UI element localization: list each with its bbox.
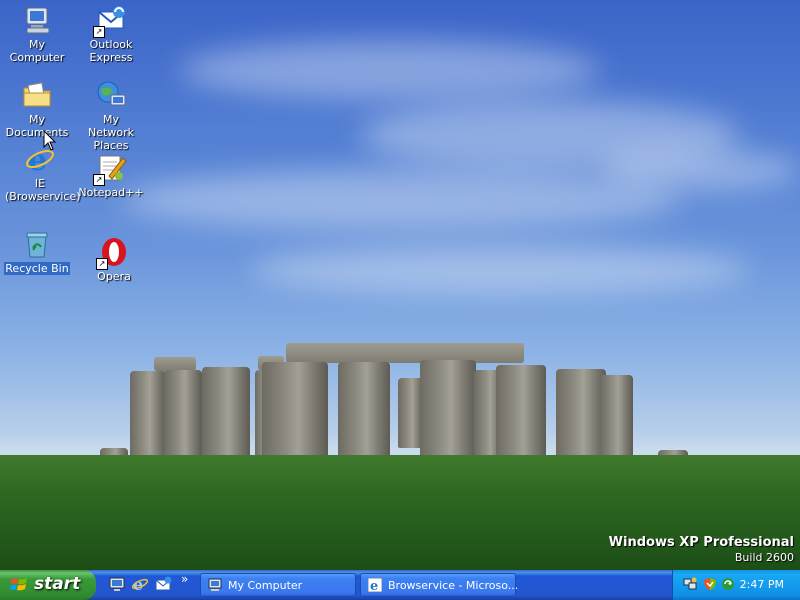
- quick-launch-outlook-icon[interactable]: [154, 575, 172, 593]
- my-computer-icon: [21, 4, 53, 36]
- opera-icon: ↗: [96, 236, 130, 270]
- my-documents-icon: [21, 79, 53, 111]
- shortcut-arrow-icon: ↗: [93, 174, 105, 186]
- desktop-icon-opera[interactable]: ↗ Opera: [76, 236, 152, 283]
- desktop-icon-outlook-express[interactable]: ↗ Outlook Express: [73, 4, 149, 64]
- shortcut-arrow-icon: ↗: [96, 258, 108, 270]
- start-button[interactable]: start: [0, 570, 96, 600]
- recycle-bin-icon: [21, 228, 53, 260]
- notepadpp-icon: ↗: [93, 152, 127, 186]
- system-tray: 2:47 PM: [672, 570, 800, 600]
- windows-watermark: Windows XP Professional Build 2600: [609, 535, 794, 565]
- desktop-icon-my-network-places[interactable]: My Network Places: [73, 79, 149, 152]
- mouse-cursor-icon: [43, 130, 57, 151]
- quick-launch-ie-icon[interactable]: e: [131, 575, 149, 593]
- desktop-icon-my-computer[interactable]: My Computer: [0, 4, 75, 64]
- shortcut-arrow-icon: ↗: [93, 26, 105, 38]
- network-icon[interactable]: [683, 577, 697, 591]
- desktop[interactable]: My Computer ↗ Outlook Express My Documen…: [0, 0, 800, 570]
- my-computer-icon: [208, 578, 222, 591]
- quick-launch-overflow[interactable]: »: [181, 572, 188, 586]
- taskbar-button-browservice[interactable]: e Browservice - Microso...: [360, 573, 518, 597]
- clock[interactable]: 2:47 PM: [740, 578, 784, 591]
- desktop-icon-my-documents[interactable]: My Documents: [0, 79, 75, 139]
- network-places-icon: [95, 79, 127, 111]
- watermark-title: Windows XP Professional: [608, 535, 794, 550]
- start-label: start: [34, 574, 81, 594]
- desktop-icon-notepadpp[interactable]: ↗ Notepad++: [73, 152, 149, 199]
- svg-text:e: e: [370, 579, 378, 592]
- taskbar: start e » My Computer e Browservice - Mi…: [0, 570, 800, 600]
- internet-explorer-icon: e: [368, 578, 382, 592]
- taskbar-button-my-computer[interactable]: My Computer: [200, 573, 356, 597]
- show-desktop-icon[interactable]: [108, 575, 126, 593]
- outlook-express-icon: ↗: [93, 4, 127, 38]
- desktop-icon-recycle-bin[interactable]: Recycle Bin: [0, 228, 75, 275]
- watermark-build: Build 2600: [734, 551, 794, 564]
- security-icon[interactable]: [703, 577, 717, 591]
- update-icon[interactable]: [721, 577, 735, 591]
- desktop-icon-ie-browservice[interactable]: e IE (Browservice): [2, 143, 81, 203]
- windows-flag-icon: [10, 578, 27, 591]
